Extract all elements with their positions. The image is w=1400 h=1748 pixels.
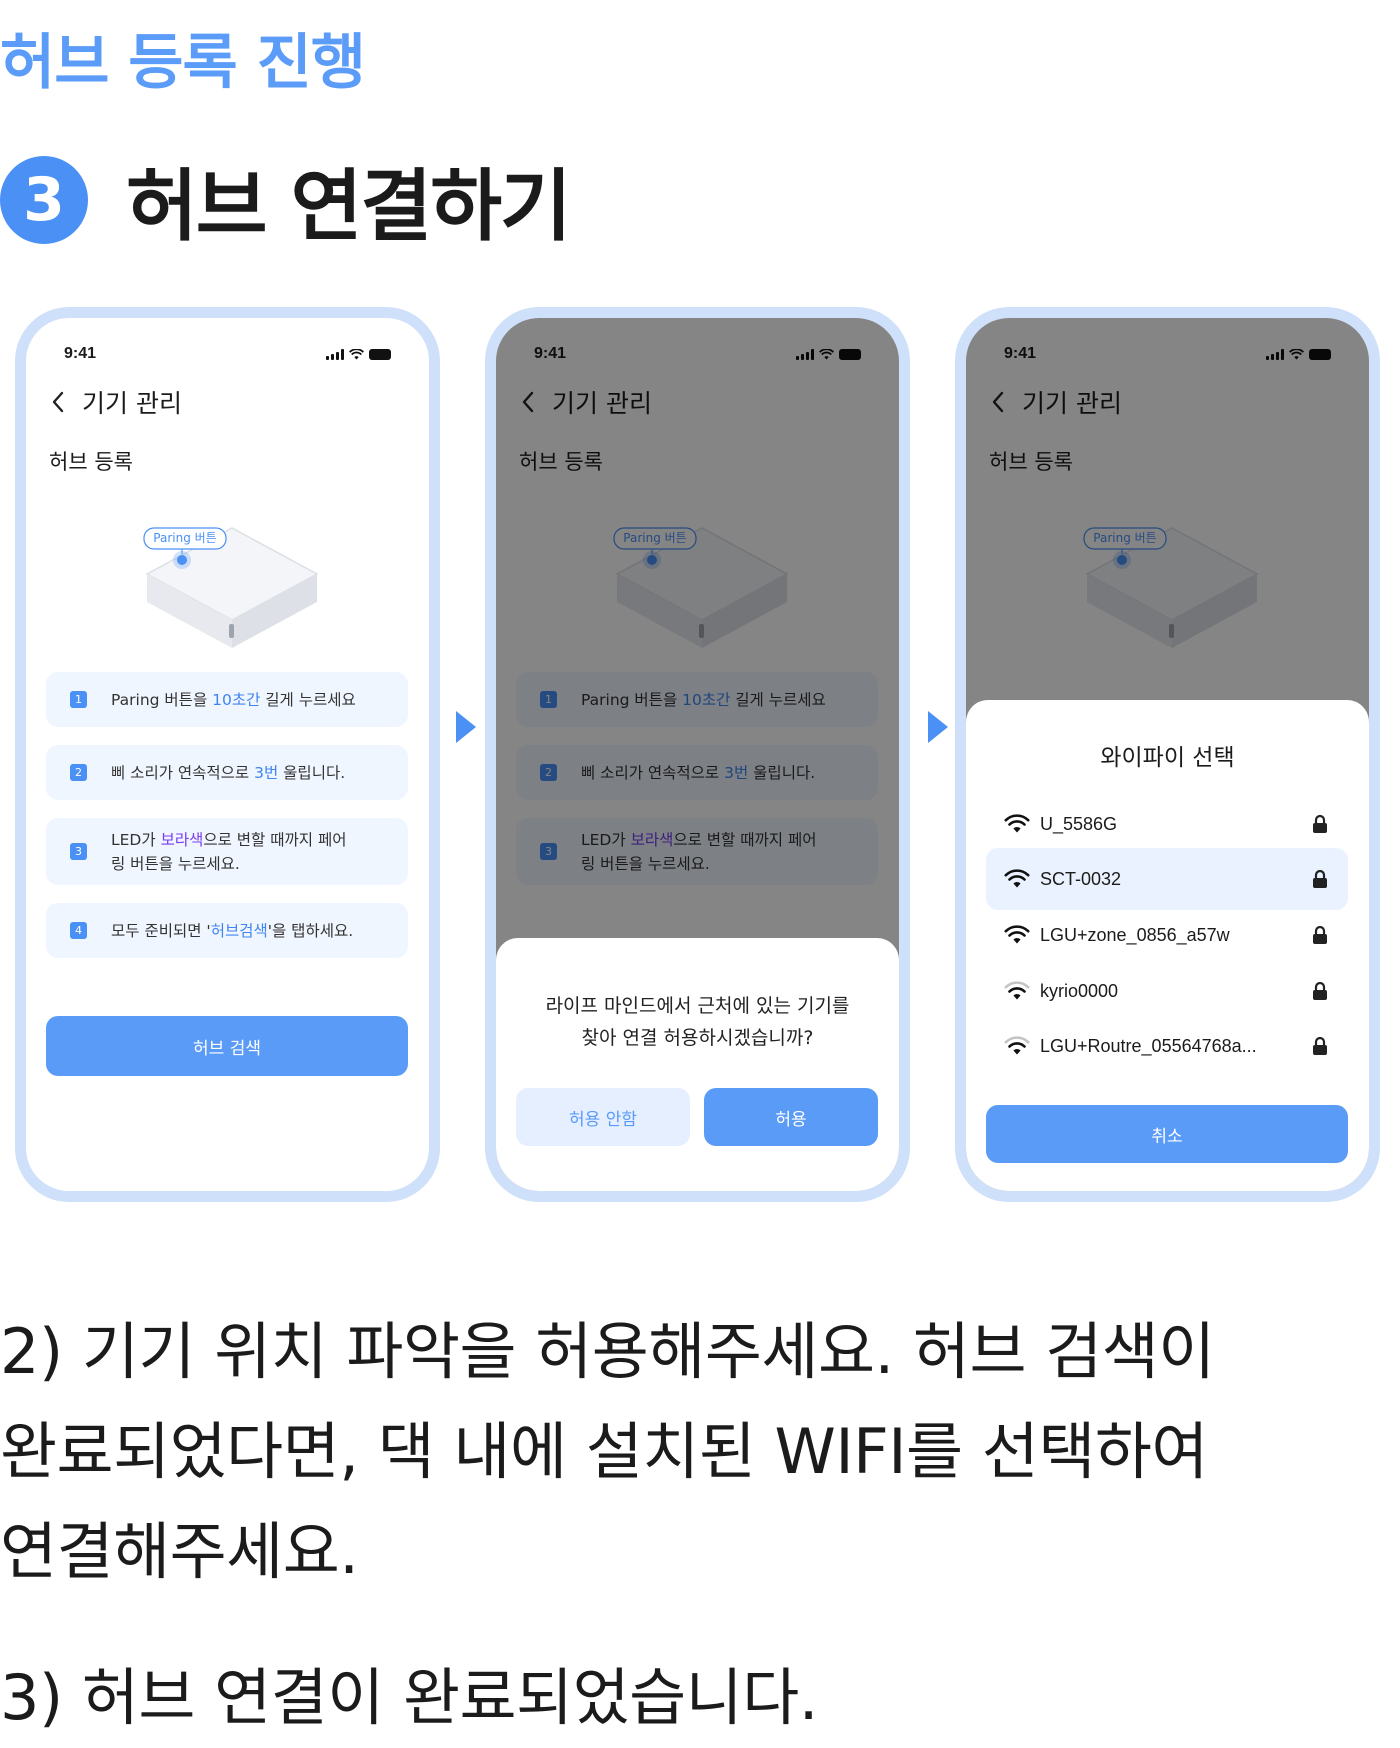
wifi-network-item[interactable]: LGU+Routre_05564768a... <box>986 1015 1348 1077</box>
deny-button[interactable]: 허용 안함 <box>516 1088 690 1146</box>
hub-search-button[interactable]: 허브 검색 <box>46 1016 408 1076</box>
lock-icon <box>1313 925 1327 944</box>
wifi-select-title: 와이파이 선택 <box>1100 745 1235 771</box>
header-title: 기기 관리 <box>82 389 182 418</box>
back-arrow-icon[interactable] <box>46 387 70 417</box>
instruction-1: 1 Paring 버튼을 10초간 길게 누르세요 <box>46 672 408 727</box>
wifi-weak-signal-icon <box>1004 981 1030 1000</box>
signal-icon <box>326 348 344 360</box>
step-badge: 3 <box>70 843 87 860</box>
wifi-weak-signal-icon <box>1004 1036 1030 1055</box>
wifi-network-name: LGU+Routre_05564768a... <box>1040 1035 1257 1056</box>
wifi-network-name: U_5586G <box>1040 813 1118 834</box>
instruction-4: 4 모두 준비되면 '허브검색'을 탭하세요. <box>46 903 408 958</box>
instruction-paragraph-3: 3) 허브 연결이 완료되었습니다. <box>0 1661 818 1734</box>
lock-icon <box>1313 1036 1327 1055</box>
hub-device-illustration: Paring 버튼 <box>132 516 332 666</box>
wifi-network-item[interactable]: U_5586G <box>986 793 1348 855</box>
wifi-network-name: LGU+zone_0856_a57w <box>1040 924 1230 945</box>
battery-icon <box>369 348 391 360</box>
step-badge: 1 <box>70 691 87 708</box>
phone-screen-3: 9:41 기기 관리 허브 등록 Paring 버튼 와이파이 선택 U_558… <box>955 307 1380 1202</box>
sub-title: 허브 등록 <box>49 450 133 474</box>
step-number-badge: 3 <box>0 156 88 244</box>
step-header: 3 허브 연결하기 <box>0 144 572 256</box>
permission-dialog: 라이프 마인드에서 근처에 있는 기기를 찾아 연결 허용하시겠습니까? 허용 … <box>496 938 899 1191</box>
permission-message: 라이프 마인드에서 근처에 있는 기기를 찾아 연결 허용하시겠습니까? <box>545 995 850 1049</box>
wifi-network-name: kyrio0000 <box>1040 980 1119 1001</box>
step-badge: 2 <box>70 764 87 781</box>
paring-button-label: Paring 버튼 <box>153 531 217 545</box>
next-arrow-icon <box>928 711 948 743</box>
wifi-network-item-selected[interactable]: SCT-0032 <box>986 848 1348 910</box>
instruction-paragraph-2: 2) 기기 위치 파악을 허용해주세요. 허브 검색이 완료되었다면, 댁 내에… <box>0 1315 1215 1588</box>
instruction-2: 2 삐 소리가 연속적으로 3번 울립니다. <box>46 745 408 800</box>
phone-screen-1: 9:41 기기 관리 허브 등록 Paring 버튼 1 Paring 버튼을 … <box>15 307 440 1202</box>
cancel-button[interactable]: 취소 <box>986 1105 1348 1163</box>
wifi-status-icon <box>349 348 364 360</box>
wifi-network-name: SCT-0032 <box>1040 868 1122 889</box>
next-arrow-icon <box>456 711 476 743</box>
lock-icon <box>1313 981 1327 1000</box>
allow-button[interactable]: 허용 <box>704 1088 878 1146</box>
wifi-signal-icon <box>1004 869 1030 888</box>
status-bar: 9:41 <box>64 342 391 366</box>
phone-screen-2: 9:41 기기 관리 허브 등록 Paring 버튼 1 Paring 버튼을 … <box>485 307 910 1202</box>
status-time: 9:41 <box>64 345 97 362</box>
wifi-signal-icon <box>1004 925 1030 944</box>
step-badge: 4 <box>70 922 87 939</box>
section-title: 허브 등록 진행 <box>0 28 366 98</box>
lock-icon <box>1313 814 1327 833</box>
wifi-signal-icon <box>1004 814 1030 833</box>
instruction-3: 3 LED가 보라색으로 변할 때까지 페어 링 버튼을 누르세요. <box>46 818 408 885</box>
wifi-network-item[interactable]: kyrio0000 <box>986 960 1348 1022</box>
step-title: 허브 연결하기 <box>126 162 572 252</box>
wifi-network-item[interactable]: LGU+zone_0856_a57w <box>986 904 1348 966</box>
app-header: 기기 관리 <box>46 384 182 420</box>
lock-icon <box>1313 869 1327 888</box>
wifi-select-sheet: 와이파이 선택 U_5586G SCT-0032 LGU+zone_0856_a… <box>966 700 1369 1191</box>
